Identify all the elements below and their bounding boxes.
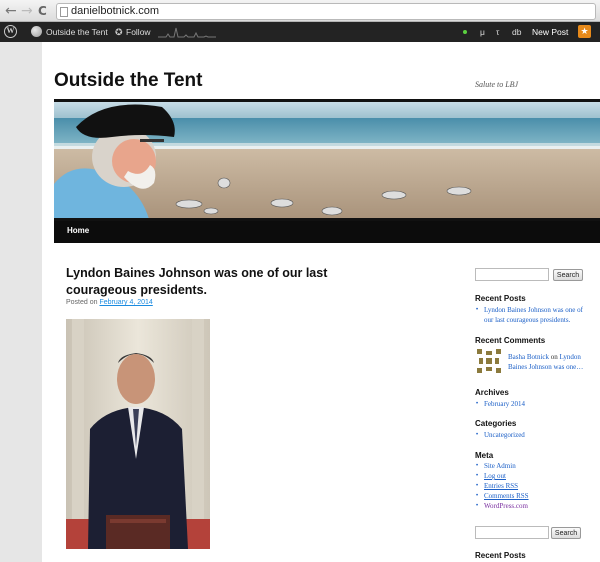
list-bullet: • <box>476 463 479 469</box>
admin-bar-site-name[interactable]: Outside the Tent <box>46 22 108 42</box>
page-icon <box>60 7 68 17</box>
list-bullet: • <box>476 401 479 407</box>
comment-post-link-1[interactable]: Lyndon <box>560 353 581 361</box>
globe-icon <box>31 26 42 37</box>
list-bullet: • <box>476 432 479 438</box>
follow-button[interactable]: Follow <box>126 22 151 42</box>
list-bullet: • <box>476 473 479 479</box>
reload-icon[interactable]: C <box>38 3 47 19</box>
header-image[interactable] <box>54 99 600 221</box>
browser-toolbar: ← → C danielbotnick.com <box>0 0 600 22</box>
recent-posts-heading-2: Recent Posts <box>475 551 526 560</box>
nav-home-link[interactable]: Home <box>67 226 89 235</box>
categories-heading: Categories <box>475 419 517 428</box>
list-bullet: • <box>476 307 479 313</box>
search-input[interactable] <box>475 268 549 281</box>
star-icon[interactable]: ★ <box>578 25 591 38</box>
post-title-line-1[interactable]: Lyndon Baines Johnson was one of our las… <box>66 265 346 282</box>
site-title[interactable]: Outside the Tent <box>54 70 202 92</box>
comment-author-link[interactable]: Basha Botnick <box>508 353 549 361</box>
site-description: Salute to LBJ <box>475 80 519 89</box>
new-post-button[interactable]: New Post <box>532 22 568 42</box>
meta-heading: Meta <box>475 451 494 460</box>
recent-post-link-line-2[interactable]: our last courageous presidents. <box>484 315 570 325</box>
post-image[interactable] <box>66 319 210 549</box>
page-content: Outside the Tent Salute to LBJ Home Lynd… <box>42 42 600 562</box>
post-title[interactable]: Lyndon Baines Johnson was one of our las… <box>66 265 346 299</box>
post-title-line-2[interactable]: courageous presidents. <box>66 282 346 299</box>
archives-heading: Archives <box>475 388 509 397</box>
follow-icon: ✪ <box>115 27 123 37</box>
posted-on-label: Posted on <box>66 299 98 306</box>
list-bullet: • <box>476 483 479 489</box>
forward-icon[interactable]: → <box>21 3 33 19</box>
commenter-avatar[interactable] <box>475 347 503 375</box>
mu-item[interactable]: μ <box>480 22 485 42</box>
db-item[interactable]: db <box>512 22 521 42</box>
recent-post-link-line-1[interactable]: Lyndon Baines Johnson was one of <box>484 305 583 315</box>
search-button-2[interactable]: Search <box>551 527 581 539</box>
list-bullet: • <box>476 503 479 509</box>
meta-link-log-out[interactable]: Log out <box>484 471 506 481</box>
wordpress-logo-icon[interactable]: W <box>4 25 17 38</box>
category-link[interactable]: Uncategorized <box>484 430 525 440</box>
comment-on-label: on <box>550 353 558 361</box>
recent-posts-heading: Recent Posts <box>475 294 526 303</box>
admin-bar: W Outside the Tent ✪ Follow μ τ db New P… <box>0 22 600 42</box>
search-input-2[interactable] <box>475 526 549 539</box>
comment-post-link-2[interactable]: Baines Johnson was one… <box>508 362 583 372</box>
search-button[interactable]: Search <box>553 269 583 281</box>
back-icon[interactable]: ← <box>5 3 17 19</box>
status-dot <box>463 30 467 34</box>
list-bullet: • <box>476 493 479 499</box>
meta-link-site-admin[interactable]: Site Admin <box>484 461 516 471</box>
meta-link-comments-rss[interactable]: Comments RSS <box>484 491 529 501</box>
comment-line-1: Basha Botnick on Lyndon <box>508 352 581 362</box>
post-meta: Posted on February 4, 2014 <box>66 299 153 306</box>
url-text[interactable]: danielbotnick.com <box>71 5 159 17</box>
archive-link[interactable]: February 2014 <box>484 399 525 409</box>
meta-link-wordpress[interactable]: WordPress.com <box>484 501 528 511</box>
main-navigation: Home <box>54 221 600 243</box>
meta-link-entries-rss[interactable]: Entries RSS <box>484 481 518 491</box>
recent-comments-heading: Recent Comments <box>475 336 546 345</box>
post-date-link[interactable]: February 4, 2014 <box>99 299 152 306</box>
tau-item[interactable]: τ <box>496 22 499 42</box>
stats-sparkline[interactable] <box>158 25 216 39</box>
address-bar[interactable]: danielbotnick.com <box>56 3 596 20</box>
